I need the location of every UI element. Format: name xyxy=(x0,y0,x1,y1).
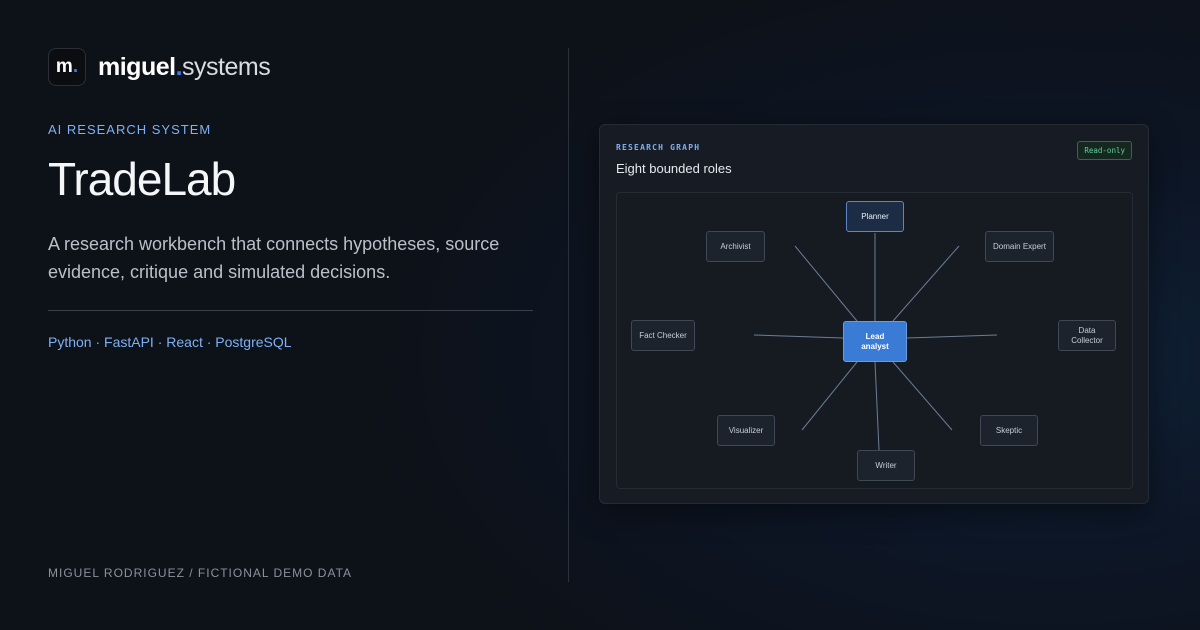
edge-fact-checker xyxy=(753,334,844,339)
edge-visualizer xyxy=(801,361,858,431)
node-skeptic: Skeptic xyxy=(980,415,1038,446)
node-lead-analyst: Lead analyst xyxy=(843,321,907,362)
node-fact-checker: Fact Checker xyxy=(631,320,695,351)
node-writer: Writer xyxy=(857,450,915,481)
brand-name: miguel.systems xyxy=(98,52,271,81)
graph-canvas: Planner Archivist Domain Expert Fact Che… xyxy=(616,192,1133,489)
node-visualizer: Visualizer xyxy=(717,415,775,446)
card-label: RESEARCH GRAPH xyxy=(616,143,701,152)
tech-stack: Python · FastAPI · React · PostgreSQL xyxy=(48,334,292,350)
node-archivist: Archivist xyxy=(706,231,765,262)
research-graph-card: RESEARCH GRAPH Eight bounded roles Read-… xyxy=(599,124,1149,504)
node-domain-expert: Domain Expert xyxy=(985,231,1054,262)
edge-domain-expert xyxy=(892,245,960,322)
edge-skeptic xyxy=(892,361,953,431)
edge-archivist xyxy=(794,245,858,322)
read-only-badge: Read-only xyxy=(1077,141,1132,160)
eyebrow: AI RESEARCH SYSTEM xyxy=(48,122,212,137)
logo-mark: m. xyxy=(48,48,86,86)
brand: m. miguel.systems xyxy=(48,48,271,86)
page-description: A research workbench that connects hypot… xyxy=(48,234,500,282)
divider xyxy=(48,310,533,311)
edge-data-collector xyxy=(906,334,998,339)
node-planner: Planner xyxy=(846,201,904,232)
page-title: TradeLab xyxy=(48,153,236,205)
footer-credit: MIGUEL RODRIGUEZ / FICTIONAL DEMO DATA xyxy=(48,566,353,580)
edge-writer xyxy=(874,361,880,451)
node-data-collector: Data Collector xyxy=(1058,320,1116,351)
card-title: Eight bounded roles xyxy=(616,161,732,176)
vertical-divider xyxy=(568,48,569,582)
